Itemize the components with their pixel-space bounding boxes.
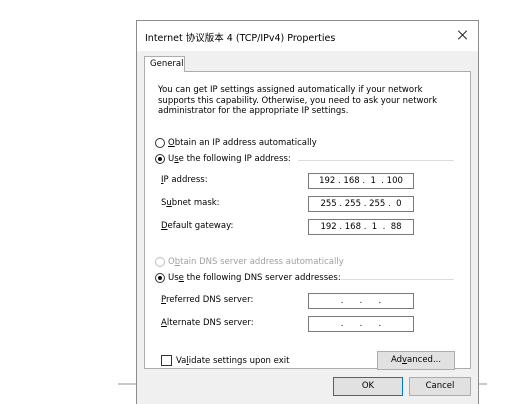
- default-gateway-label: Default gateway:: [161, 221, 234, 231]
- default-gateway-field[interactable]: 192 . 168 . 1 . 88: [308, 219, 414, 235]
- preferred-dns-field[interactable]: . . .: [308, 293, 414, 309]
- close-icon[interactable]: [452, 25, 474, 47]
- ipv4-properties-dialog: Internet 协议版本 4 (TCP/IPv4) Properties Ge…: [136, 20, 479, 404]
- alternate-dns-label: Alternate DNS server:: [161, 318, 254, 328]
- tab-general-label: General: [150, 59, 184, 69]
- description-text: You can get IP settings assigned automat…: [158, 85, 438, 116]
- obtain-dns-automatically-label[interactable]: Obtain DNS server address automatically: [168, 257, 344, 267]
- subnet-mask-label: Subnet mask:: [161, 198, 220, 208]
- obtain-ip-automatically-label[interactable]: Obtain an IP address automatically: [168, 138, 317, 148]
- tab-general[interactable]: General: [144, 56, 185, 72]
- use-following-ip-label[interactable]: Use the following IP address:: [168, 154, 291, 164]
- window-title: Internet 协议版本 4 (TCP/IPv4) Properties: [145, 33, 336, 44]
- subnet-mask-field[interactable]: 255 . 255 . 255 . 0: [308, 196, 414, 212]
- general-panel: You can get IP settings assigned automat…: [144, 71, 471, 370]
- advanced-button[interactable]: Advanced...: [377, 351, 455, 370]
- dns-group-divider: [341, 279, 454, 280]
- validate-settings-label[interactable]: Validate settings upon exit: [176, 356, 289, 366]
- obtain-dns-automatically-radio[interactable]: [155, 257, 165, 267]
- ip-address-label: IP address:: [161, 175, 208, 185]
- preferred-dns-label: Preferred DNS server:: [161, 295, 254, 305]
- title-bar[interactable]: Internet 协议版本 4 (TCP/IPv4) Properties: [137, 21, 478, 51]
- ip-group-divider: [298, 160, 454, 161]
- ok-button[interactable]: OK: [333, 377, 403, 396]
- ip-address-field[interactable]: 192 . 168 . 1 . 100: [308, 173, 414, 189]
- background-window-edge-left: [118, 383, 136, 385]
- cancel-button[interactable]: Cancel: [409, 377, 471, 396]
- background-window-edge-right: [479, 383, 487, 385]
- validate-settings-checkbox[interactable]: [161, 355, 172, 366]
- obtain-ip-automatically-radio[interactable]: [155, 138, 165, 148]
- use-following-dns-label[interactable]: Use the following DNS server addresses:: [168, 273, 341, 283]
- use-following-dns-radio[interactable]: [155, 273, 165, 283]
- use-following-ip-radio[interactable]: [155, 154, 165, 164]
- alternate-dns-field[interactable]: . . .: [308, 316, 414, 332]
